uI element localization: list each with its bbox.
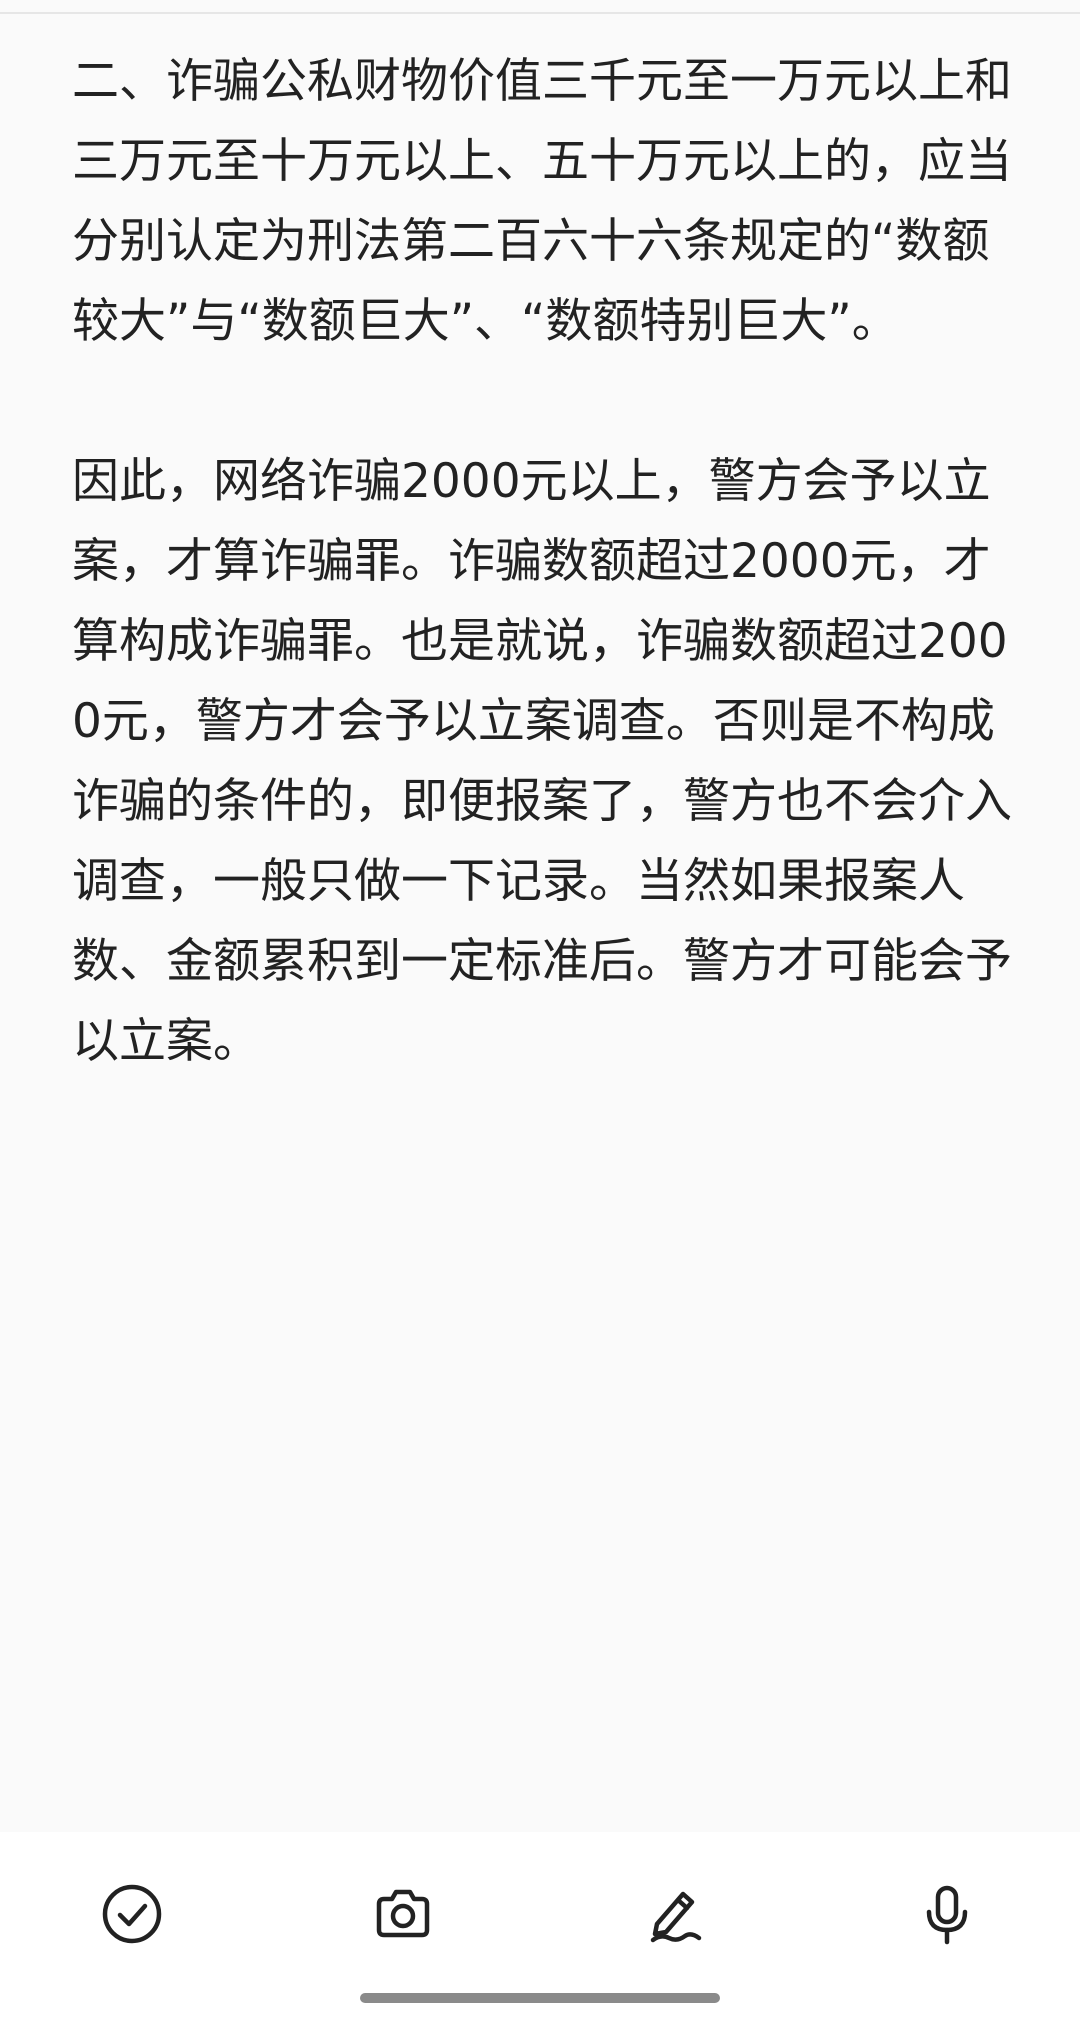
pen-icon [650, 1891, 702, 1943]
microphone-icon [926, 1885, 968, 1945]
note-paragraph: 因此，网络诈骗2000元以上，警方会予以立案，才算诈骗罪。诈骗数额超过2000元… [72, 454, 1012, 1069]
note-paragraph: 二、诈骗公私财物价值三千元至一万元以上和三万元至十万元以上、五十万元以上的，应当… [72, 54, 1012, 349]
camera-button[interactable] [353, 1864, 453, 1964]
top-divider [0, 12, 1080, 14]
check-circle-icon [102, 1884, 162, 1944]
home-indicator[interactable] [360, 1993, 720, 2003]
note-body[interactable]: 二、诈骗公私财物价值三千元至一万元以上和三万元至十万元以上、五十万元以上的，应当… [72, 42, 1012, 1082]
camera-icon [376, 1889, 430, 1938]
draw-button[interactable] [625, 1864, 725, 1964]
voice-button[interactable] [897, 1864, 997, 1964]
checklist-button[interactable] [82, 1864, 182, 1964]
